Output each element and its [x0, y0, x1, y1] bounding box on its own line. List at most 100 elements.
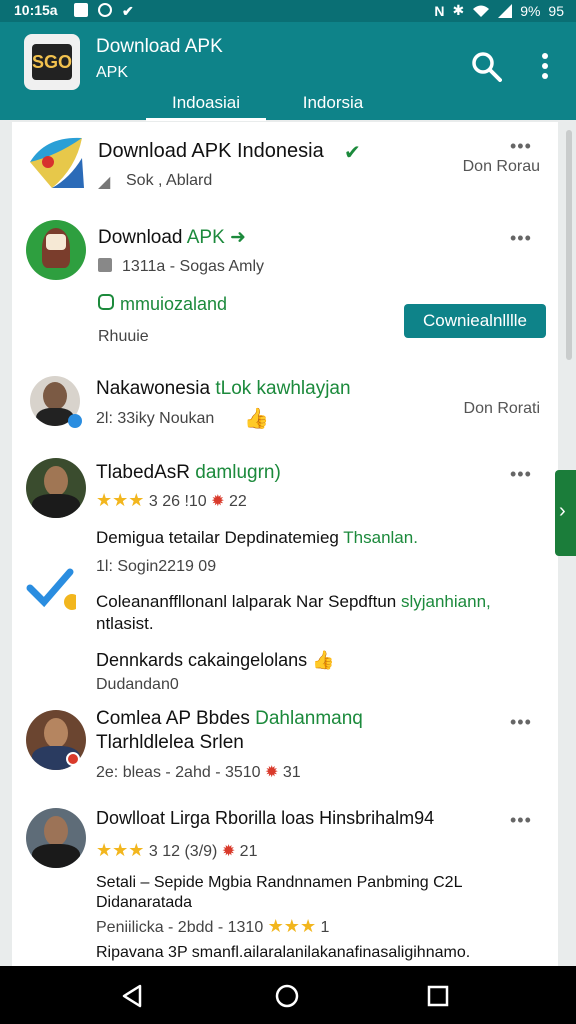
item-body-b: Didanaratada [96, 894, 193, 911]
rating-count: 22 [229, 493, 247, 510]
fire-icon: ✹ [265, 764, 279, 781]
avatar [26, 808, 86, 868]
item-body-text: Demigua tetailar Depdinatemieg [96, 528, 339, 547]
thumbs-up-icon: 👍 [244, 408, 269, 430]
list-item[interactable]: Dennkards cakaingelolans 👍 Dudandan0 [12, 640, 558, 696]
item-count: 31 [282, 764, 301, 781]
overflow-menu-icon[interactable] [540, 52, 550, 80]
item-right-label: Don Rorau [462, 158, 540, 175]
item-title-wrap: Dennkards cakaingelolans 👍 [96, 650, 335, 671]
item-title-wrap: TlabedAsR damlugrn) [96, 462, 281, 484]
app-logo-text: SGO [32, 44, 72, 80]
item-title: Download [98, 227, 183, 248]
item-title: TlabedAsR [96, 462, 190, 483]
item-body-2-highlight: slyjanhiann, [400, 592, 491, 611]
star-rating-icon: ★★★ [96, 840, 145, 860]
checkmark-icon [26, 568, 76, 610]
arrow-right-icon: ➜ [230, 227, 246, 248]
verified-icon: ✔ [344, 142, 361, 164]
search-icon[interactable] [470, 50, 502, 82]
item-body-2b: ntlasist. [96, 614, 154, 633]
tab-indorsia[interactable]: Indorsia [280, 88, 386, 118]
more-options-icon[interactable]: ••• [510, 810, 540, 830]
check-icon: ✔ [122, 3, 134, 19]
list-item[interactable]: Comlea AP Bbdes Dahlanmanq Tlarhldlelea … [12, 696, 558, 795]
more-options-icon[interactable]: ••• [510, 228, 540, 248]
app-subtitle: APK [96, 64, 129, 81]
item-title-wrap: Nakawonesia tLok kawhlayjan [96, 378, 351, 400]
item-right-label: Don Rorati [463, 400, 540, 417]
item-title: Dennkards cakaingelolans [96, 650, 308, 670]
whatsapp-icon [98, 3, 112, 17]
item-meta: Dudandan0 [96, 676, 179, 693]
rating-meta: 3 26 !10 [148, 493, 207, 510]
item-subtitle: mmuiozaland [120, 294, 228, 314]
clock-right: 95 [548, 2, 564, 19]
star-rating-icon: ★★★ [267, 916, 317, 936]
results-list[interactable]: Download APK Indonesia ✔ ◢ Sok , Ablard … [12, 122, 558, 966]
rating-count: 21 [239, 843, 258, 860]
item-title: Dowlloat Lirga Rborilla loas Hinsbrihalm… [96, 808, 435, 828]
fire-icon: ✹ [221, 843, 236, 860]
rating-meta: 3 12 (3/9) [148, 843, 218, 860]
fire-icon: ✹ [211, 493, 225, 510]
item-title: Download APK Indonesia [98, 140, 324, 162]
item-title-highlight: damlugrn) [195, 462, 281, 483]
item-subtitle-2: Rhuuie [98, 328, 149, 345]
download-button[interactable]: Cowniealnlllle [404, 304, 546, 338]
system-icons: N ✱ 9% 95 [434, 2, 564, 19]
item-rating: ★★★ 3 26 !10 ✹ 22 [96, 490, 247, 511]
notification-icons: ✔ [74, 3, 134, 20]
star-rating-icon: ★★★ [96, 490, 145, 510]
item-body: Setali – Sepide Mgbia Randnnamen Panbmin… [96, 874, 463, 891]
list-item[interactable]: Nakawonesia tLok kawhlayjan 2l: 33iky No… [12, 358, 558, 449]
scrollbar[interactable] [566, 130, 572, 360]
item-title-wrap: Download APK ➜ [98, 226, 246, 249]
notification-icon [74, 3, 88, 17]
navigation-bar [0, 966, 576, 1024]
item-meta: 1311a - Sogas Amly [122, 258, 265, 275]
verified-badge-icon [68, 414, 82, 428]
bluetooth-icon: ✱ [452, 2, 465, 18]
item-title-highlight: tLok kawhlayjan [215, 378, 351, 399]
list-item[interactable]: Dowlloat Lirga Rborilla loas Hinsbrihalm… [12, 794, 558, 966]
app-icon-download [26, 220, 86, 280]
status-time: 10:15a [14, 2, 58, 18]
thumbs-up-icon: 👍 [312, 650, 335, 670]
recent-apps-icon[interactable] [426, 984, 450, 1008]
item-body-highlight: Thsanlan. [343, 528, 418, 547]
item-rating: ★★★ 3 12 (3/9) ✹ 21 [96, 840, 257, 861]
app-logo: SGO [24, 34, 80, 90]
back-icon[interactable] [120, 984, 144, 1008]
list-item[interactable]: Download APK Indonesia ✔ ◢ Sok , Ablard … [12, 122, 558, 207]
list-item[interactable]: Download APK ➜ 1311a - Sogas Amly mmuioz… [12, 206, 558, 359]
nfc-icon: N [434, 2, 445, 19]
more-options-icon[interactable]: ••• [510, 464, 540, 484]
item-meta-2: 1l: Sogin2219 09 [96, 558, 217, 575]
item-meta-2-wrap: Peniilicka - 2bdd - 1310 ★★★ 1 [96, 916, 329, 937]
item-meta-2: Peniilicka - 2bdd - 1310 [96, 919, 264, 936]
battery-percent: 9% [520, 2, 541, 19]
app-icon-indonesia [30, 137, 84, 188]
item-title: Comlea AP Bbdes [96, 708, 250, 729]
item-body-2-text: Coleananffllonanl lalparak Nar Sepdftun [96, 592, 397, 611]
more-options-icon[interactable]: ••• [510, 712, 540, 732]
more-options-icon[interactable]: ••• [510, 136, 540, 156]
list-item[interactable]: TlabedAsR damlugrn) ★★★ 3 26 !10 ✹ 22 ••… [12, 448, 558, 641]
notification-badge-icon [66, 752, 80, 766]
avatar [26, 458, 86, 518]
status-bar: 10:15a ✔ N ✱ 9% 95 [0, 0, 576, 22]
home-icon[interactable] [274, 983, 300, 1009]
app-bar: SGO Download APK APK Indoasiai Indorsia [0, 22, 576, 121]
item-meta-wrap: 2e: bleas - 2ahd - 3510 ✹ 31 [96, 762, 301, 782]
side-drawer-handle[interactable]: › [555, 470, 576, 556]
app-title: Download APK [96, 36, 223, 57]
item-body: Demigua tetailar Depdinatemieg Thsanlan. [96, 528, 418, 548]
item-title-2: Tlarhldlelea Srlen [96, 732, 244, 753]
android-icon [98, 294, 114, 310]
item-count-2: 1 [320, 919, 330, 936]
item-meta: 2l: 33iky Noukan [96, 410, 215, 427]
item-meta: Sok , Ablard [126, 172, 213, 189]
tab-indoasiai[interactable]: Indoasiai [146, 88, 266, 121]
item-title-highlight: Dahlanmanq [255, 708, 363, 729]
